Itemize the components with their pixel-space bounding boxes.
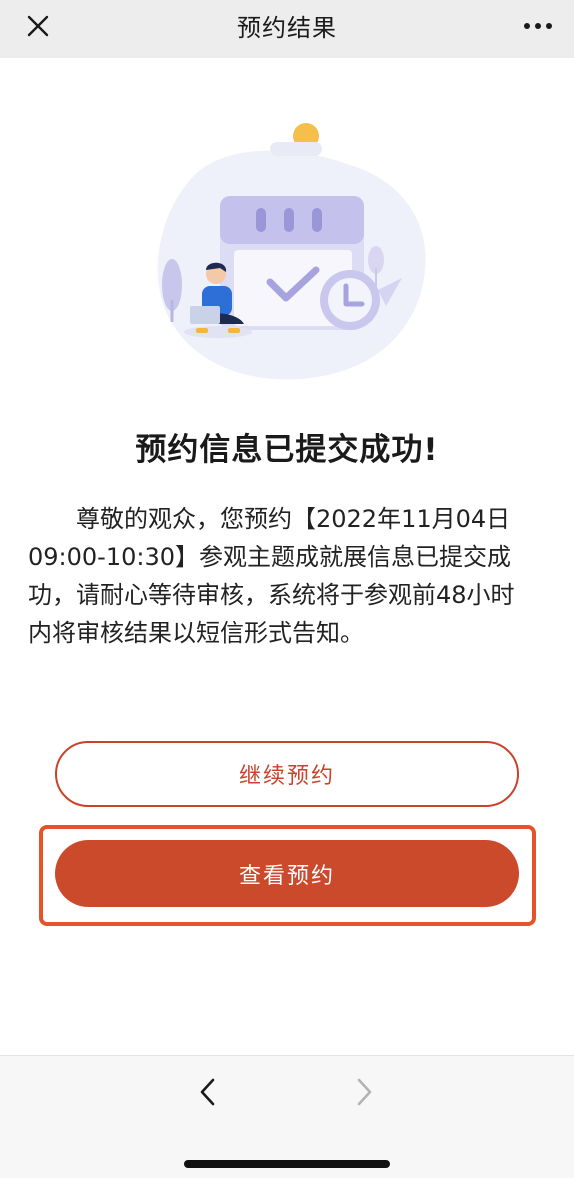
- chevron-left-icon: [200, 1078, 215, 1106]
- page-title: 预约结果: [237, 14, 337, 42]
- back-button[interactable]: [190, 1074, 226, 1110]
- bottom-toolbar: [0, 1055, 574, 1178]
- top-navbar: 预约结果: [0, 0, 574, 58]
- forward-button[interactable]: [346, 1074, 382, 1110]
- more-button[interactable]: [516, 6, 560, 46]
- calendar-check-illustration: [157, 123, 426, 380]
- chevron-right-icon: [357, 1078, 372, 1106]
- view-reservation-button[interactable]: 查看预约: [55, 840, 519, 907]
- success-title: 预约信息已提交成功!: [135, 432, 439, 468]
- message-line: 尊敬的观众，您预约【2022年11月04日: [76, 505, 511, 533]
- more-dots-icon: [524, 23, 552, 29]
- home-indicator: [184, 1160, 390, 1168]
- message-line: 内将审核结果以短信形式告知。: [28, 619, 364, 647]
- success-illustration: [140, 110, 440, 390]
- continue-reservation-button[interactable]: 继续预约: [55, 741, 519, 807]
- message-line: 09:00-10:30】参观主题成就展信息已提交成: [28, 543, 511, 571]
- reservation-result-page: 预约结果 预约信息已提交成功! 尊敬的观众，您预约【2022年11月04日 09…: [0, 0, 574, 1178]
- message-line: 功，请耐心等待审核，系统将于参观前48小时: [28, 581, 515, 609]
